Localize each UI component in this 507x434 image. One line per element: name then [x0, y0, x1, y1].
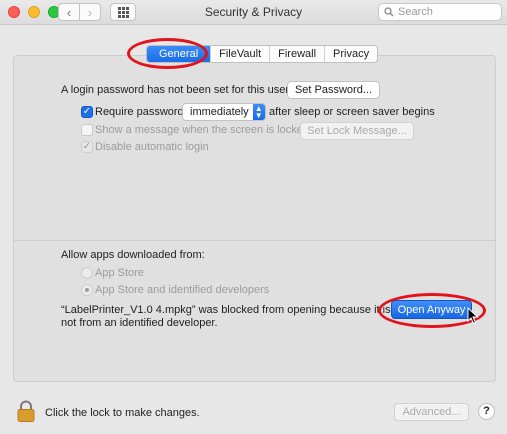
disable-auto-login-label: Disable automatic login	[95, 141, 209, 153]
close-window-button[interactable]	[8, 6, 20, 18]
section-divider	[13, 240, 496, 241]
show-all-button[interactable]	[110, 3, 136, 21]
set-password-button[interactable]: Set Password...	[287, 81, 380, 99]
chevron-updown-icon: ▲ ▼	[252, 104, 265, 120]
tab-firewall[interactable]: Firewall	[269, 46, 324, 62]
search-input[interactable]	[398, 6, 498, 18]
allow-apps-heading: Allow apps downloaded from:	[61, 249, 205, 261]
mouse-pointer-icon	[467, 307, 479, 325]
disable-auto-login-checkbox[interactable]: ✓	[81, 141, 93, 153]
minimize-window-button[interactable]	[28, 6, 40, 18]
radio-app-store-identified[interactable]	[81, 284, 93, 296]
forward-button[interactable]: ›	[79, 3, 101, 21]
grid-icon	[117, 6, 129, 18]
search-icon	[384, 7, 394, 17]
advanced-button[interactable]: Advanced...	[394, 403, 469, 421]
require-password-delay-select[interactable]: immediately ▲ ▼	[182, 103, 266, 121]
radio-app-store-identified-label: App Store and identified developers	[95, 284, 270, 296]
require-password-checkbox[interactable]: ✓	[81, 106, 93, 118]
title-bar: ‹ › Security & Privacy	[0, 0, 507, 25]
blocked-message-line2: not from an identified developer.	[61, 317, 218, 329]
require-password-delay-value: immediately	[190, 106, 249, 118]
require-password-suffix: after sleep or screen saver begins	[269, 106, 435, 118]
help-icon[interactable]: ?	[478, 403, 495, 420]
search-field[interactable]	[378, 3, 502, 21]
blocked-message-line1: “LabelPrinter_V1.0 4.mpkg” was blocked f…	[61, 304, 391, 316]
tab-filevault[interactable]: FileVault	[210, 46, 269, 62]
back-button[interactable]: ‹	[58, 3, 80, 21]
require-password-label: Require password	[95, 106, 184, 118]
set-lock-message-button[interactable]: Set Lock Message...	[300, 122, 414, 140]
chevron-right-icon: ›	[87, 4, 93, 20]
login-password-text: A login password has not been set for th…	[61, 84, 290, 96]
radio-app-store-label: App Store	[95, 267, 144, 279]
open-anyway-button[interactable]: Open Anyway	[391, 300, 472, 319]
lock-hint-text: Click the lock to make changes.	[45, 407, 200, 419]
show-message-checkbox[interactable]	[81, 124, 93, 136]
show-message-label: Show a message when the screen is locked	[95, 124, 310, 136]
tab-bar: General FileVault Firewall Privacy	[146, 45, 379, 63]
chevron-left-icon: ‹	[66, 4, 72, 20]
lock-icon[interactable]	[16, 400, 36, 422]
radio-app-store[interactable]	[81, 267, 93, 279]
tab-privacy[interactable]: Privacy	[324, 46, 377, 62]
tab-general[interactable]: General	[147, 46, 211, 62]
